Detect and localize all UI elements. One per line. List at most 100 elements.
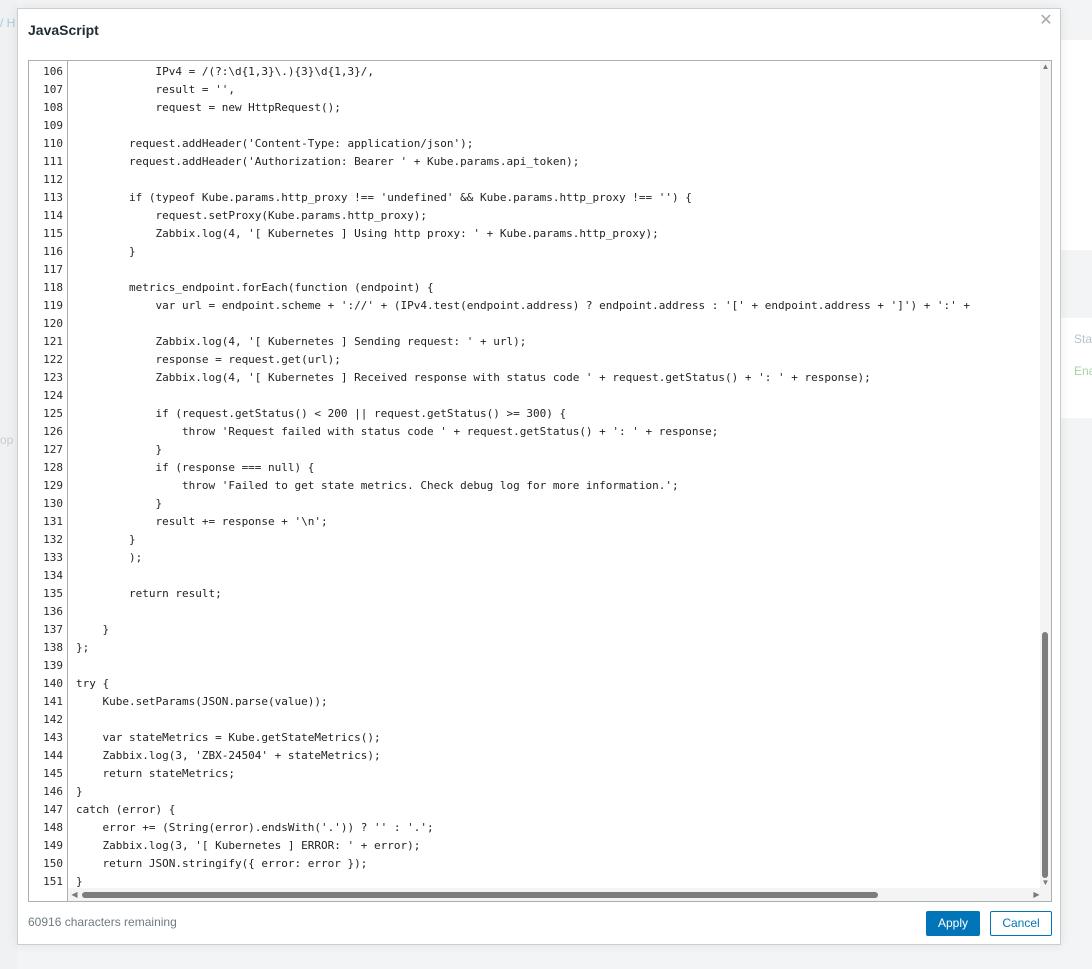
line-number: 148 bbox=[43, 821, 63, 834]
line-number: 125 bbox=[43, 407, 63, 420]
code-line[interactable]: } bbox=[76, 873, 83, 888]
code-line[interactable]: request.setProxy(Kube.params.http_proxy)… bbox=[76, 207, 427, 225]
line-number: 138 bbox=[43, 641, 63, 654]
line-number: 133 bbox=[43, 551, 63, 564]
code-line[interactable]: catch (error) { bbox=[76, 801, 175, 819]
line-number: 139 bbox=[43, 659, 63, 672]
line-number: 146 bbox=[43, 785, 63, 798]
line-number: 126 bbox=[43, 425, 63, 438]
background-fragment-left-top: / H bbox=[0, 16, 16, 30]
code-line[interactable]: } bbox=[76, 243, 136, 261]
line-number: 108 bbox=[43, 101, 63, 114]
horizontal-scroll-thumb[interactable] bbox=[82, 892, 878, 898]
line-number: 136 bbox=[43, 605, 63, 618]
line-number: 120 bbox=[43, 317, 63, 330]
scroll-up-icon[interactable]: ▲ bbox=[1041, 62, 1050, 71]
line-number: 128 bbox=[43, 461, 63, 474]
line-number: 106 bbox=[43, 65, 63, 78]
line-number: 149 bbox=[43, 839, 63, 852]
line-number: 142 bbox=[43, 713, 63, 726]
code-line[interactable]: } bbox=[76, 531, 136, 549]
line-number: 140 bbox=[43, 677, 63, 690]
scroll-left-icon[interactable]: ◀ bbox=[70, 890, 79, 899]
line-number: 137 bbox=[43, 623, 63, 636]
horizontal-scrollbar[interactable]: ◀ ▶ bbox=[67, 888, 1043, 901]
line-number: 129 bbox=[43, 479, 63, 492]
close-icon[interactable]: ✕ bbox=[1038, 13, 1054, 29]
line-number: 110 bbox=[43, 137, 63, 150]
code-line[interactable]: } bbox=[76, 495, 162, 513]
code-line[interactable]: error += (String(error).endsWith('.')) ?… bbox=[76, 819, 433, 837]
code-line[interactable]: return stateMetrics; bbox=[76, 765, 234, 783]
line-number: 117 bbox=[43, 263, 63, 276]
line-number: 135 bbox=[43, 587, 63, 600]
code-line[interactable]: metrics_endpoint.forEach(function (endpo… bbox=[76, 279, 434, 297]
code-line[interactable]: try { bbox=[76, 675, 109, 693]
code-line[interactable]: request = new HttpRequest(); bbox=[76, 99, 340, 117]
code-line[interactable]: return JSON.stringify({ error: error }); bbox=[76, 855, 367, 873]
code-line[interactable]: request.addHeader('Authorization: Bearer… bbox=[76, 153, 579, 171]
line-number: 111 bbox=[43, 155, 63, 168]
line-number: 118 bbox=[43, 281, 63, 294]
vertical-scrollbar[interactable]: ▲ ▼ bbox=[1040, 61, 1051, 888]
code-line[interactable]: return result; bbox=[76, 585, 222, 603]
line-number: 124 bbox=[43, 389, 63, 402]
line-number: 141 bbox=[43, 695, 63, 708]
code-line[interactable]: request.addHeader('Content-Type: applica… bbox=[76, 135, 473, 153]
line-number: 109 bbox=[43, 119, 63, 132]
code-line[interactable]: Zabbix.log(4, '[ Kubernetes ] Sending re… bbox=[76, 333, 526, 351]
line-number: 107 bbox=[43, 83, 63, 96]
code-editor[interactable]: 106 107 108 109 110 111 112 113 114 115 116 117 118 1… bbox=[28, 60, 1052, 902]
scrollbar-corner bbox=[1040, 888, 1051, 901]
code-line[interactable]: }; bbox=[76, 639, 89, 657]
code-line[interactable]: if (response === null) { bbox=[76, 459, 314, 477]
line-number: 123 bbox=[43, 371, 63, 384]
line-number: 115 bbox=[43, 227, 63, 240]
line-number: 122 bbox=[43, 353, 63, 366]
line-number: 119 bbox=[43, 299, 63, 312]
line-number: 134 bbox=[43, 569, 63, 582]
background-fragment-right-status: Sta bbox=[1074, 332, 1092, 346]
line-number: 145 bbox=[43, 767, 63, 780]
code-line[interactable]: Zabbix.log(4, '[ Kubernetes ] Using http… bbox=[76, 225, 658, 243]
code-line[interactable]: throw 'Request failed with status code '… bbox=[76, 423, 718, 441]
code-line[interactable]: ); bbox=[76, 549, 142, 567]
javascript-dialog: JavaScript ✕ 106 107 108 109 110 111 112 113 114… bbox=[17, 8, 1061, 945]
apply-button[interactable]: Apply bbox=[926, 911, 980, 936]
code-line[interactable]: if (typeof Kube.params.http_proxy !== 'u… bbox=[76, 189, 692, 207]
code-line[interactable]: result = '', bbox=[76, 81, 234, 99]
code-line[interactable]: Kube.setParams(JSON.parse(value)); bbox=[76, 693, 327, 711]
line-number: 143 bbox=[43, 731, 63, 744]
line-number: 130 bbox=[43, 497, 63, 510]
code-line[interactable]: IPv4 = /(?:\d{1,3}\.){3}\d{1,3}/, bbox=[76, 63, 374, 81]
code-line[interactable]: result += response + '\n'; bbox=[76, 513, 327, 531]
code-text-area[interactable]: IPv4 = /(?:\d{1,3}\.){3}\d{1,3}/, result… bbox=[67, 61, 1043, 888]
line-number: 144 bbox=[43, 749, 63, 762]
scroll-down-icon[interactable]: ▼ bbox=[1041, 878, 1050, 887]
code-line[interactable]: var url = endpoint.scheme + '://' + (IPv… bbox=[76, 297, 970, 315]
line-number: 114 bbox=[43, 209, 63, 222]
code-line[interactable]: } bbox=[76, 621, 109, 639]
code-line[interactable]: Zabbix.log(3, 'ZBX-24504' + stateMetrics… bbox=[76, 747, 380, 765]
line-number-gutter: 106 107 108 109 110 111 112 113 114 115 116 117 118 1… bbox=[29, 61, 67, 901]
code-line[interactable]: } bbox=[76, 441, 162, 459]
background-fragment-left-mid: op bbox=[0, 433, 14, 447]
code-line[interactable]: response = request.get(url); bbox=[76, 351, 340, 369]
line-number: 150 bbox=[43, 857, 63, 870]
line-number: 112 bbox=[43, 173, 63, 186]
background-fragment-right-enabled: Ena bbox=[1074, 364, 1092, 378]
cancel-button[interactable]: Cancel bbox=[990, 911, 1052, 936]
dialog-title: JavaScript bbox=[28, 22, 99, 38]
background-panel-right bbox=[1061, 40, 1092, 250]
code-line[interactable]: } bbox=[76, 783, 83, 801]
line-number: 147 bbox=[43, 803, 63, 816]
vertical-scroll-thumb[interactable] bbox=[1042, 632, 1048, 878]
code-line[interactable]: Zabbix.log(4, '[ Kubernetes ] Received r… bbox=[76, 369, 870, 387]
background-panel-left bbox=[0, 0, 17, 969]
code-line[interactable]: var stateMetrics = Kube.getStateMetrics(… bbox=[76, 729, 380, 747]
code-line[interactable]: Zabbix.log(3, '[ Kubernetes ] ERROR: ' +… bbox=[76, 837, 420, 855]
line-number: 121 bbox=[43, 335, 63, 348]
code-line[interactable]: throw 'Failed to get state metrics. Chec… bbox=[76, 477, 679, 495]
characters-remaining: 60916 characters remaining bbox=[28, 915, 177, 929]
code-line[interactable]: if (request.getStatus() < 200 || request… bbox=[76, 405, 566, 423]
